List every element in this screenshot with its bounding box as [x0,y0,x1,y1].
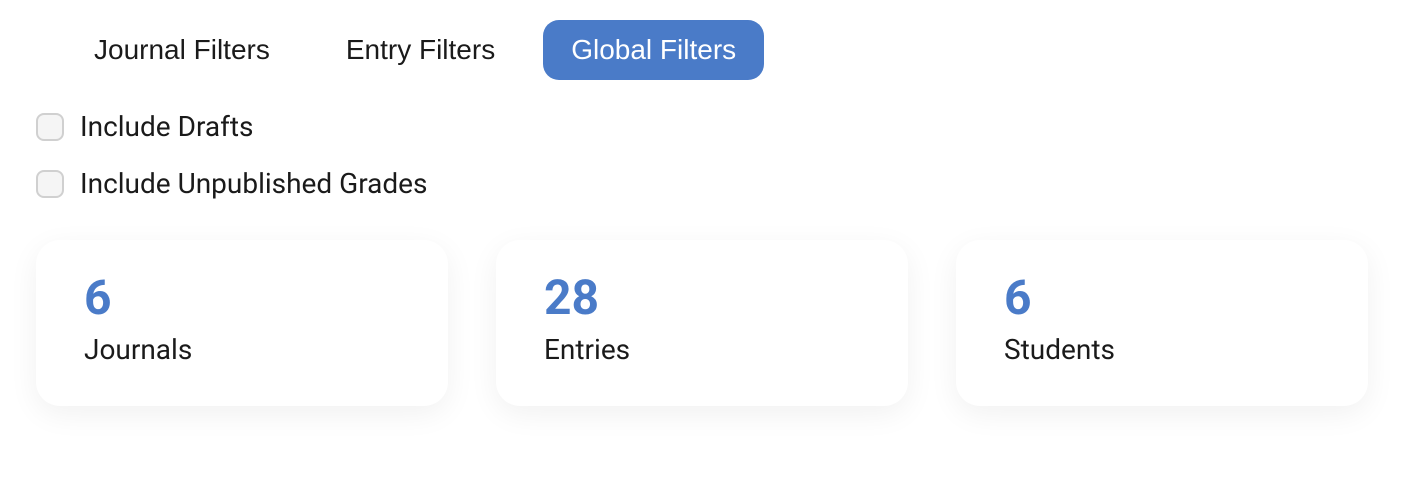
stat-card-journals: 6 Journals [36,240,448,406]
tab-global-filters[interactable]: Global Filters [543,20,764,80]
stat-card-entries: 28 Entries [496,240,908,406]
include-unpublished-row: Include Unpublished Grades [36,167,1368,200]
include-drafts-checkbox[interactable] [36,113,64,141]
students-label: Students [1004,333,1320,366]
global-filter-options: Include Drafts Include Unpublished Grade… [36,110,1368,200]
stat-card-students: 6 Students [956,240,1368,406]
entries-count: 28 [544,272,860,325]
filter-tabs: Journal Filters Entry Filters Global Fil… [36,20,1368,80]
include-drafts-row: Include Drafts [36,110,1368,143]
stats-row: 6 Journals 28 Entries 6 Students [36,240,1368,406]
include-drafts-label[interactable]: Include Drafts [80,110,253,143]
students-count: 6 [1004,272,1320,325]
journals-label: Journals [84,333,400,366]
tab-entry-filters[interactable]: Entry Filters [318,20,523,80]
include-unpublished-checkbox[interactable] [36,170,64,198]
entries-label: Entries [544,333,860,366]
tab-journal-filters[interactable]: Journal Filters [66,20,298,80]
journals-count: 6 [84,272,400,325]
include-unpublished-label[interactable]: Include Unpublished Grades [80,167,427,200]
